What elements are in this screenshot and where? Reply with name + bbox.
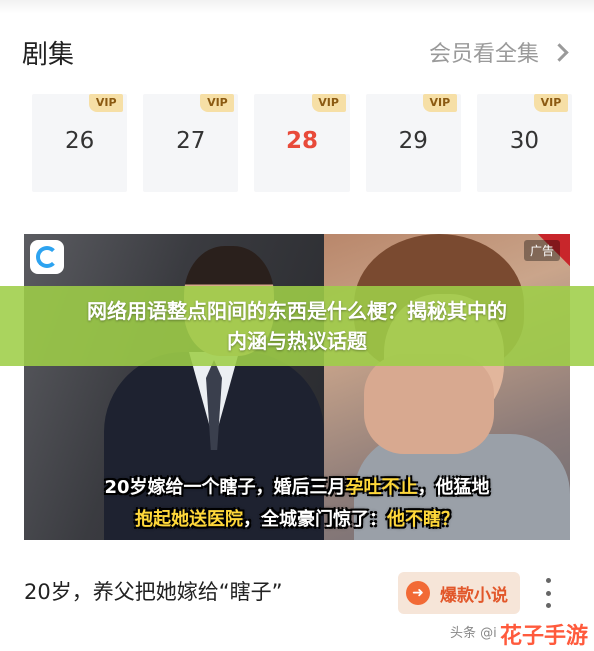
top-edge — [0, 0, 594, 14]
subtitle-highlight: 抱起她送医院 — [135, 509, 243, 530]
episode-tile-27[interactable]: VIP 27 — [143, 94, 239, 192]
subtitle-text: ，全城豪门惊了： — [243, 509, 387, 530]
site-watermark: 花子手游 — [500, 624, 589, 649]
episode-tile-29[interactable]: VIP 29 — [365, 94, 461, 192]
ad-banner[interactable]: 广告 20岁嫁给一个瞎子，婚后三月孕吐不止，他猛地 抱起她送医院，全城豪门惊了：… — [24, 234, 570, 540]
episode-number: 27 — [176, 128, 206, 154]
hot-novel-label: 爆款小说 — [440, 585, 508, 606]
overlay-title-line-2: 内涵与热议话题 — [227, 329, 367, 353]
episode-number: 26 — [64, 128, 95, 154]
vip-badge: VIP — [89, 94, 124, 112]
episode-tile-28[interactable]: VIP 28 — [254, 94, 350, 192]
overlay-title-line-1: 网络用语整点阳间的东西是什么梗？揭秘其中的 — [87, 299, 507, 323]
arrow-right-icon: ➜ — [406, 581, 430, 605]
more-options-icon[interactable] — [546, 578, 552, 608]
episode-number: 30 — [509, 128, 540, 154]
app-logo-icon — [30, 240, 64, 274]
ad-tag: 广告 — [523, 240, 560, 261]
feed-item-title[interactable]: 20岁，养父把她嫁给“瞎子” — [24, 576, 282, 606]
hot-novel-button[interactable]: ➜ 爆款小说 — [398, 572, 520, 614]
episode-number: 28 — [286, 128, 319, 154]
chevron-right-icon — [550, 42, 569, 62]
vip-badge: VIP — [200, 94, 235, 112]
vip-badge: VIP — [534, 94, 569, 112]
source-label: 头条 @i — [450, 626, 497, 641]
view-all-label: 会员看全集 — [428, 42, 539, 67]
view-all-episodes-link[interactable]: 会员看全集 — [428, 36, 569, 68]
subtitle-highlight: 孕吐不止 — [345, 477, 418, 498]
subtitle-line-2: 抱起她送医院，全城豪门惊了：他不瞎？ — [24, 504, 570, 536]
episode-list: VIP 26 VIP 27 VIP 28 VIP 29 VIP 30 — [32, 94, 573, 192]
subtitle-text: ，他猛地 — [417, 477, 490, 498]
section-title: 剧集 — [22, 40, 75, 70]
episode-tile-26[interactable]: VIP 26 — [32, 94, 128, 192]
article-title-overlay: 网络用语整点阳间的东西是什么梗？揭秘其中的 内涵与热议话题 — [0, 286, 594, 366]
subtitle-highlight: 他不瞎？ — [387, 509, 459, 530]
episodes-header: 剧集 会员看全集 — [0, 28, 594, 72]
episode-number: 29 — [398, 128, 428, 154]
vip-badge: VIP — [422, 94, 457, 112]
woman-hand — [364, 354, 494, 454]
video-subtitles: 20岁嫁给一个瞎子，婚后三月孕吐不止，他猛地 抱起她送医院，全城豪门惊了：他不瞎… — [24, 472, 570, 536]
subtitle-line-1: 20岁嫁给一个瞎子，婚后三月孕吐不止，他猛地 — [24, 472, 570, 504]
episode-tile-30[interactable]: VIP 30 — [476, 94, 573, 192]
vip-badge: VIP — [311, 94, 346, 112]
subtitle-text: 20岁嫁给一个瞎子，婚后三月 — [104, 477, 346, 498]
